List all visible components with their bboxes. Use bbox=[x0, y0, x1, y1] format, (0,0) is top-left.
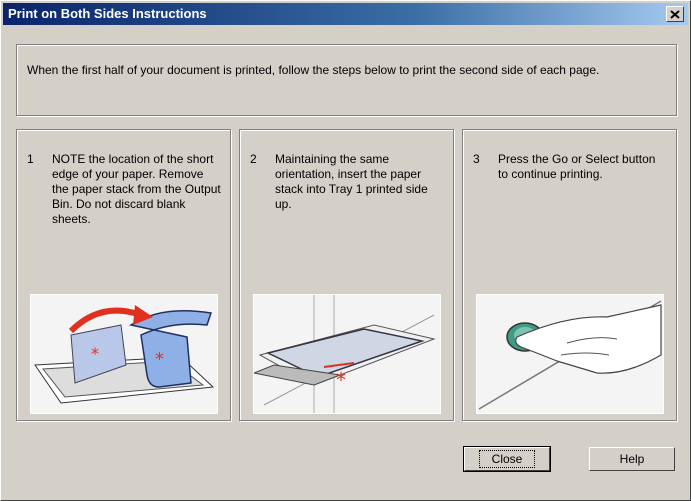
step-3-number: 3 bbox=[473, 152, 480, 166]
svg-text:*: * bbox=[336, 368, 346, 392]
help-button[interactable]: Help bbox=[589, 447, 675, 471]
step-2-illustration: * bbox=[252, 294, 441, 414]
step-1-panel: 1 NOTE the location of the short edge of… bbox=[16, 129, 231, 421]
window-title: Print on Both Sides Instructions bbox=[8, 6, 207, 21]
step-3-illustration bbox=[476, 294, 664, 414]
step-3-panel: 3 Press the Go or Select button to conti… bbox=[462, 129, 677, 421]
intro-box: When the first half of your document is … bbox=[16, 44, 677, 116]
step-1-number: 1 bbox=[27, 152, 34, 166]
step-3-text: Press the Go or Select button to continu… bbox=[498, 152, 656, 181]
help-button-label: Help bbox=[619, 452, 645, 466]
step-1-illustration: * * bbox=[30, 294, 218, 414]
svg-text:*: * bbox=[91, 344, 99, 363]
intro-text: When the first half of your document is … bbox=[27, 63, 600, 77]
close-icon bbox=[670, 9, 680, 19]
close-button[interactable]: Close bbox=[463, 446, 551, 472]
step-2-panel: 2 Maintaining the same orientation, inse… bbox=[239, 129, 454, 421]
dialog-window: Print on Both Sides Instructions When th… bbox=[0, 0, 691, 501]
go-button-press-illustration bbox=[478, 300, 662, 410]
close-button-label: Close bbox=[478, 450, 536, 468]
close-window-button[interactable] bbox=[666, 6, 684, 22]
tray-insert-illustration: * bbox=[252, 295, 436, 413]
step-1-text: NOTE the location of the short edge of y… bbox=[52, 152, 221, 226]
step-2-text: Maintaining the same orientation, insert… bbox=[275, 152, 428, 211]
paper-flip-illustration: * * bbox=[34, 305, 215, 404]
step-2-number: 2 bbox=[250, 152, 257, 166]
title-bar: Print on Both Sides Instructions bbox=[3, 3, 688, 25]
svg-text:*: * bbox=[155, 349, 164, 370]
